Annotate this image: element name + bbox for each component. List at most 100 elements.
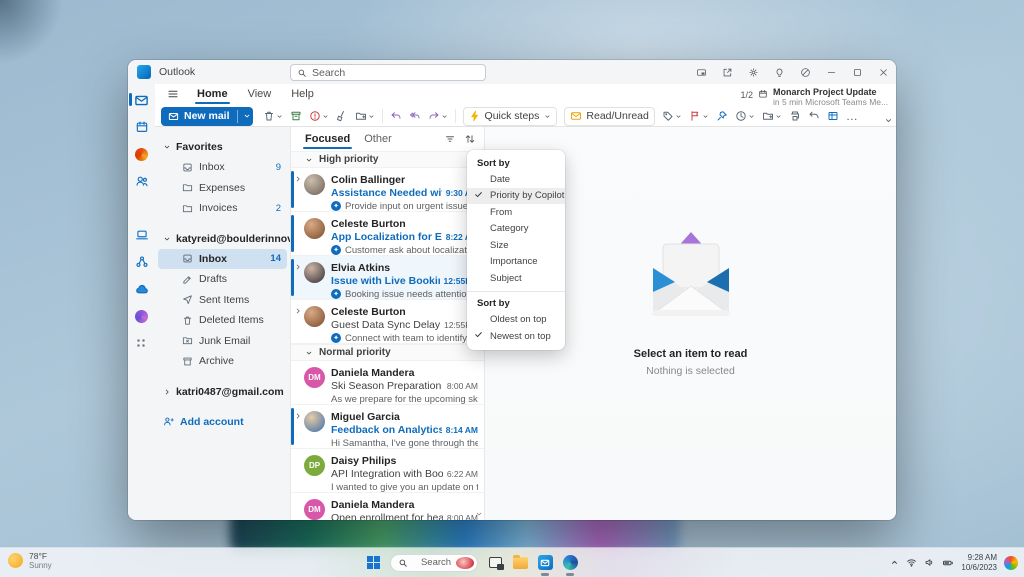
sort-option-from[interactable]: From — [467, 204, 565, 221]
list-tab-focused[interactable]: Focused — [302, 133, 353, 149]
rail-item-mail[interactable] — [128, 91, 155, 109]
archive-button[interactable] — [287, 107, 305, 126]
sort-option-oldest-on-top[interactable]: Oldest on top — [467, 312, 565, 329]
start-button[interactable] — [365, 552, 381, 574]
ribbon-tab-home[interactable]: Home — [195, 86, 230, 104]
folder-item-sent-items[interactable]: Sent Items — [158, 290, 287, 311]
quick-steps-chevron-icon[interactable] — [544, 113, 551, 120]
list-item[interactable]: DM Daniela Mandera Open enrollment for hea… — [291, 493, 484, 520]
reply-all-button[interactable] — [406, 107, 424, 126]
sort-option-newest-on-top[interactable]: Newest on top — [467, 328, 565, 345]
edge-taskbar-button[interactable] — [562, 552, 578, 576]
maximize-icon[interactable] — [844, 60, 870, 84]
move-to-button[interactable] — [352, 107, 378, 126]
new-mail-button[interactable]: New mail — [161, 106, 253, 126]
more-button[interactable]: … — [843, 107, 861, 126]
list-item[interactable]: Elvia AtkinsIssue with Live Booking Syst… — [291, 256, 484, 300]
tips-icon[interactable] — [766, 60, 792, 84]
new-mail-chevron-icon[interactable] — [243, 112, 251, 120]
rail-item-loop[interactable] — [128, 307, 155, 325]
reminder-toast[interactable]: 1/2 Monarch Project Update in 5 min Micr… — [740, 87, 891, 107]
delete-button[interactable] — [260, 107, 286, 126]
expand-chevron-icon[interactable] — [294, 412, 302, 420]
expand-chevron-icon[interactable] — [294, 175, 302, 183]
folder-item-invoices[interactable]: Invoices 2 — [158, 198, 287, 219]
tag-button[interactable] — [659, 107, 685, 126]
list-item[interactable]: DP Daisy PhilipsAPI Integration with Book… — [291, 449, 484, 493]
folder-item-deleted-items[interactable]: Deleted Items — [158, 310, 287, 331]
clock[interactable]: 9:28 AM 10/6/2023 — [961, 553, 997, 573]
sort-option-importance[interactable]: Importance — [467, 254, 565, 271]
list-item[interactable]: Colin Ballinger@Assistance Needed with..… — [291, 168, 484, 212]
account-header[interactable]: katri0487@gmail.com — [155, 382, 290, 402]
expand-chevron-icon[interactable] — [294, 307, 302, 315]
rail-item-to-do[interactable] — [128, 226, 155, 244]
folder-item-expenses[interactable]: Expenses — [158, 178, 287, 199]
ribbon-tab-view[interactable]: View — [246, 86, 274, 102]
search-input[interactable]: Search — [290, 64, 486, 81]
speaker-icon[interactable] — [924, 557, 935, 568]
list-tab-other[interactable]: Other — [364, 133, 392, 145]
delete-chevron-icon[interactable] — [276, 113, 283, 120]
flag-chevron-icon[interactable] — [702, 113, 709, 120]
rail-item-apps[interactable] — [128, 334, 155, 352]
rail-item-org-explorer[interactable] — [128, 253, 155, 271]
rail-item-microsoft-365[interactable] — [128, 145, 155, 163]
undo-button[interactable] — [805, 107, 823, 126]
snooze-chevron-icon[interactable] — [748, 113, 755, 120]
expand-chevron-icon[interactable] — [294, 263, 302, 271]
sort-option-date[interactable]: Date — [467, 171, 565, 188]
group-header-normal-priority[interactable]: Normal priority — [291, 344, 484, 361]
sort-option-priority-by-copilot[interactable]: Priority by Copilot — [467, 187, 565, 204]
task-view-button[interactable] — [487, 552, 504, 574]
quick-steps-button[interactable]: Quick steps — [462, 106, 558, 126]
report-button[interactable] — [306, 107, 332, 126]
pin-button[interactable] — [713, 107, 731, 126]
scroll-down-arrow[interactable] — [475, 510, 483, 518]
tray-chevron-up-icon[interactable] — [890, 558, 899, 567]
copilot-icon[interactable] — [1004, 555, 1018, 570]
battery-icon[interactable] — [942, 557, 954, 569]
minimize-icon[interactable] — [818, 60, 844, 84]
premium-icon[interactable] — [792, 60, 818, 84]
rail-item-calendar[interactable] — [128, 118, 155, 136]
flag-button[interactable] — [686, 107, 712, 126]
tag-chevron-icon[interactable] — [675, 113, 682, 120]
list-item[interactable]: Miguel GarciaFeedback on Analytics Dash.… — [291, 405, 484, 449]
sort-option-category[interactable]: Category — [467, 221, 565, 238]
ribbon-tab-help[interactable]: Help — [289, 86, 316, 102]
folder-item-inbox[interactable]: Inbox 14 — [158, 248, 287, 269]
sweep-button[interactable] — [333, 107, 351, 126]
ribbon-collapse-chevron-icon[interactable] — [884, 116, 893, 125]
weather-widget[interactable]: 78°F Sunny — [8, 551, 52, 570]
sort-option-size[interactable]: Size — [467, 237, 565, 254]
wifi-icon[interactable] — [906, 557, 917, 568]
outlook-taskbar-button[interactable] — [537, 552, 553, 576]
file-explorer-button[interactable] — [512, 552, 528, 574]
print-button[interactable] — [786, 107, 804, 126]
folder-item-junk-email[interactable]: Junk Email — [158, 331, 287, 352]
sort-option-subject[interactable]: Subject — [467, 270, 565, 287]
picture-in-picture-icon[interactable] — [688, 60, 714, 84]
list-item[interactable]: Celeste Burton Guest Data Sync Delay 12:55… — [291, 300, 484, 344]
reply-button[interactable] — [387, 107, 405, 126]
list-item[interactable]: Celeste BurtonApp Localization for Europ… — [291, 212, 484, 256]
rules-button[interactable] — [759, 107, 785, 126]
close-icon[interactable] — [870, 60, 896, 84]
rail-item-people[interactable] — [128, 172, 155, 190]
folder-item-archive[interactable]: Archive — [158, 351, 287, 372]
favorites-header[interactable]: Favorites — [155, 137, 290, 157]
rail-item-groups[interactable] — [128, 199, 155, 217]
rail-item-onedrive[interactable] — [128, 280, 155, 298]
report-chevron-icon[interactable] — [322, 113, 329, 120]
hamburger-icon[interactable] — [167, 88, 179, 100]
filter-icon[interactable] — [444, 133, 456, 145]
settings-icon[interactable] — [740, 60, 766, 84]
forward-button[interactable] — [425, 107, 451, 126]
folder-item-drafts[interactable]: Drafts — [158, 269, 287, 290]
group-header-high-priority[interactable]: High priority — [291, 151, 484, 168]
account-header[interactable]: katyreid@boulderinnova... — [155, 229, 290, 249]
tables-button[interactable] — [824, 107, 842, 126]
rules-chevron-icon[interactable] — [775, 113, 782, 120]
read-unread-button[interactable]: Read/Unread — [564, 106, 655, 126]
